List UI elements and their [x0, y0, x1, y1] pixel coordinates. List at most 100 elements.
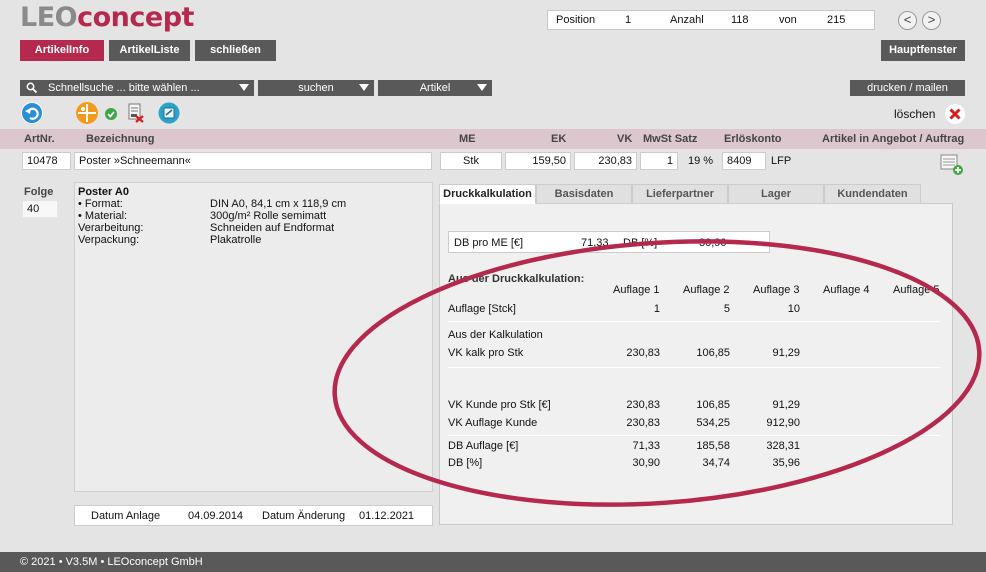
chevron-down-icon: [477, 84, 487, 91]
cell: 534,25: [696, 417, 730, 429]
article-description-panel: Poster A0 • Format: DIN A0, 84,1 cm x 11…: [74, 182, 433, 492]
tab-lieferpartner[interactable]: Lieferpartner: [632, 184, 728, 204]
folge-field[interactable]: 40: [22, 200, 58, 218]
datum-anlage-label: Datum Anlage: [91, 510, 161, 522]
tab-artikelliste-button[interactable]: ArtikelListe: [109, 40, 190, 61]
article-type-label: Artikel: [419, 82, 451, 94]
cell: 328,31: [766, 440, 800, 452]
db-pro-me-label: DB pro ME [€]: [454, 237, 524, 249]
col-vk: VK: [617, 133, 633, 145]
search-label: suchen: [298, 82, 334, 94]
cell: 230,83: [626, 417, 660, 429]
cell: 34,74: [702, 457, 730, 469]
auflage-header: Auflage 1: [613, 284, 660, 296]
export-icon[interactable]: [158, 102, 180, 124]
row-label: VK Kunde pro Stk [€]: [448, 399, 551, 411]
position-label: Position: [556, 14, 596, 26]
next-record-button[interactable]: >: [922, 11, 941, 30]
desc-key: • Material:: [78, 210, 128, 222]
desc-value: Plakatrolle: [210, 234, 262, 246]
cell: 10: [787, 303, 800, 315]
search-dropdown[interactable]: suchen: [258, 80, 374, 96]
delete-label[interactable]: löschen: [894, 107, 935, 121]
cell: 35,96: [772, 457, 800, 469]
row-label: DB Auflage [€]: [448, 440, 519, 452]
quick-search-dropdown[interactable]: Schnellsuche ... bitte wählen ...: [20, 80, 254, 96]
db-pro-me-value: 71,33: [581, 237, 609, 249]
auflage-header: Auflage 5: [893, 284, 940, 296]
quick-search-label: Schnellsuche ... bitte wählen ...: [48, 82, 200, 94]
cell: 71,33: [632, 440, 660, 452]
delete-x-icon[interactable]: [944, 103, 966, 125]
col-angebot-auftrag: Artikel in Angebot / Auftrag: [822, 133, 965, 145]
mwst-percent: 19 %: [688, 155, 714, 167]
col-artnr: ArtNr.: [24, 133, 55, 145]
desc-key: Verarbeitung:: [78, 222, 144, 234]
add-to-offer-icon[interactable]: [940, 154, 964, 176]
cell: 185,58: [696, 440, 730, 452]
col-erloeskonto: Erlöskonto: [724, 133, 782, 145]
previous-record-button[interactable]: <: [898, 11, 917, 30]
section-kalkulation: Aus der Kalkulation: [448, 329, 543, 341]
row-label: Auflage [Stck]: [448, 303, 516, 315]
auflage-header: Auflage 2: [683, 284, 730, 296]
column-header-band: ArtNr. Bezeichnung ME EK VK MwSt Satz Er…: [0, 129, 986, 149]
vk-field[interactable]: 230,83: [574, 152, 637, 170]
row-label: VK Auflage Kunde: [448, 417, 538, 429]
cell: 91,29: [772, 399, 800, 411]
col-bezeichnung: Bezeichnung: [86, 133, 155, 145]
tab-artikelinfo-button[interactable]: ArtikelInfo: [20, 40, 104, 61]
cell: 30,90: [632, 457, 660, 469]
row-label: DB [%]: [448, 457, 483, 469]
back-icon[interactable]: [21, 102, 43, 124]
row-label: VK kalk pro Stk: [448, 347, 524, 359]
datum-aenderung-value: 01.12.2021: [359, 510, 415, 522]
section-druckkalkulation: Aus der Druckkalkulation:: [448, 273, 585, 285]
check-icon[interactable]: [104, 107, 118, 121]
col-me: ME: [459, 133, 476, 145]
anzahl-label: Anzahl: [670, 14, 704, 26]
desc-value: Schneiden auf Endformat: [210, 222, 335, 234]
search-icon: [26, 82, 37, 93]
tab-basisdaten[interactable]: Basisdaten: [536, 184, 632, 204]
von-label: von: [779, 14, 797, 26]
hauptfenster-button[interactable]: Hauptfenster: [881, 40, 965, 61]
cell: 5: [723, 303, 730, 315]
description-title: Poster A0: [78, 186, 129, 198]
desc-value: DIN A0, 84,1 cm x 118,9 cm: [210, 198, 347, 210]
cell: 106,85: [696, 399, 730, 411]
folge-label: Folge: [24, 186, 54, 198]
tab-kundendaten[interactable]: Kundendaten: [824, 184, 921, 204]
erloeskonto-name: LFP: [771, 155, 792, 167]
db-summary-box: DB pro ME [€] 71,33 DB [%] 30,90: [448, 231, 770, 253]
tab-druckkalkulation[interactable]: Druckkalkulation: [439, 184, 536, 204]
erloeskonto-field[interactable]: 8409: [722, 152, 766, 170]
tab-lager[interactable]: Lager: [728, 184, 824, 204]
col-ek: EK: [551, 133, 567, 145]
mwst-code-field[interactable]: 1: [640, 152, 678, 170]
desc-value: 300g/m² Rolle semimatt: [210, 210, 327, 222]
app-logo: LEOconcept: [20, 2, 194, 33]
desc-key: Verpackung:: [78, 234, 140, 246]
ek-field[interactable]: 159,50: [505, 152, 571, 170]
auflage-header: Auflage 3: [753, 284, 800, 296]
cell: 230,83: [626, 399, 660, 411]
bezeichnung-field[interactable]: Poster »Schneemann«: [74, 152, 432, 170]
chevron-down-icon: [239, 84, 249, 91]
divider: [448, 321, 940, 322]
me-field[interactable]: Stk: [440, 152, 502, 170]
print-mail-button[interactable]: drucken / mailen: [850, 80, 965, 96]
datum-aenderung-label: Datum Änderung: [262, 510, 346, 522]
artnr-field[interactable]: 10478: [22, 152, 71, 170]
dates-box: Datum Anlage 04.09.2014 Datum Änderung 0…: [74, 505, 433, 526]
article-type-dropdown[interactable]: Artikel: [378, 80, 492, 96]
document-delete-icon[interactable]: [127, 103, 145, 123]
divider: [448, 367, 940, 368]
record-position-box: Position 1 Anzahl 118 von 215: [547, 10, 875, 30]
cell: 230,83: [626, 347, 660, 359]
divider: [448, 435, 940, 436]
calculation-icon[interactable]: [75, 101, 99, 125]
col-mwst: MwSt Satz: [643, 133, 698, 145]
close-button[interactable]: schließen: [195, 40, 276, 61]
anzahl-value: 118: [731, 14, 749, 26]
